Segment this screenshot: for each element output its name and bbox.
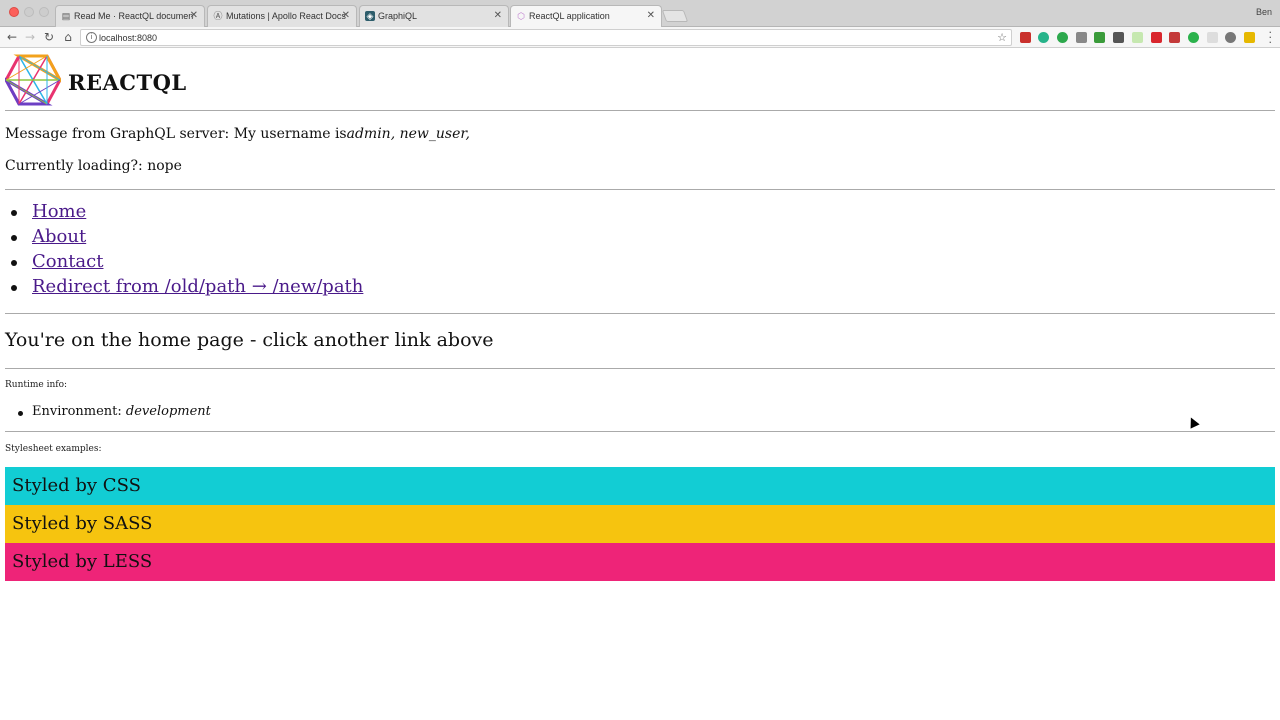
tab-label: ReactQL application (529, 11, 610, 21)
tab-readme[interactable]: ▤ Read Me · ReactQL documentation ✕ (55, 5, 205, 27)
extension-icon[interactable] (1132, 32, 1143, 43)
reactql-logo-icon (5, 54, 61, 106)
tab-mutations[interactable]: Ⓐ Mutations | Apollo React Docs ✕ (207, 5, 357, 27)
bullet (11, 260, 17, 266)
extension-icon[interactable] (1169, 32, 1180, 43)
extension-icon[interactable] (1225, 32, 1236, 43)
apollo-icon: Ⓐ (213, 11, 223, 21)
graphiql-icon: ◈ (365, 11, 375, 21)
forward-arrow-icon[interactable]: → (22, 29, 38, 45)
tab-label: Mutations | Apollo React Docs (226, 11, 346, 21)
extension-icon[interactable] (1151, 32, 1162, 43)
tab-label: Read Me · ReactQL documentation (74, 11, 194, 21)
extension-icon[interactable] (1076, 32, 1087, 43)
extension-icon[interactable] (1244, 32, 1255, 43)
loading-status: Currently loading?: nope (5, 158, 182, 174)
runtime-info-label: Runtime info: (5, 380, 68, 390)
profile-name[interactable]: Ben (1256, 7, 1272, 17)
url-text[interactable]: localhost:8080 (99, 33, 157, 43)
extension-icon[interactable] (1094, 32, 1105, 43)
bullet (11, 210, 17, 216)
maximize-window-button[interactable] (39, 7, 49, 17)
menu-dots-icon[interactable]: · · · (1269, 27, 1273, 48)
extension-icon[interactable] (1038, 32, 1049, 43)
graphql-message: Message from GraphQL server: My username… (5, 126, 470, 142)
home-page-message: You're on the home page - click another … (5, 329, 494, 351)
tab-label: GraphiQL (378, 11, 418, 21)
new-tab-button[interactable] (661, 10, 689, 22)
bullet (18, 411, 23, 416)
close-icon[interactable]: ✕ (342, 10, 350, 21)
reload-icon[interactable]: ↻ (41, 29, 57, 45)
bookmark-star-icon[interactable]: ☆ (997, 31, 1007, 44)
divider (5, 313, 1275, 314)
close-icon[interactable]: ✕ (647, 10, 655, 21)
nav-item-redirect: Redirect from /old/path → /new/path (5, 276, 363, 301)
redirect-link[interactable]: Redirect from /old/path → /new/path (32, 276, 363, 297)
back-arrow-icon[interactable]: ← (4, 29, 20, 45)
divider (5, 431, 1275, 432)
tab-reactql-application[interactable]: ⬡ ReactQL application ✕ (510, 5, 662, 28)
close-icon[interactable]: ✕ (190, 10, 198, 21)
browser-toolbar: ← → ↻ ⌂ i localhost:8080 ☆ · · · (0, 27, 1280, 48)
minimize-window-button[interactable] (24, 7, 34, 17)
divider (5, 368, 1275, 369)
environment-value: development (125, 404, 211, 419)
contact-link[interactable]: Contact (32, 251, 103, 272)
styled-by-less-box: Styled by LESS (5, 543, 1275, 581)
environment-label: Environment: (32, 404, 122, 419)
home-link[interactable]: Home (32, 201, 86, 222)
info-icon[interactable]: i (86, 32, 97, 43)
divider (5, 110, 1275, 111)
extension-icon[interactable] (1207, 32, 1218, 43)
home-icon[interactable]: ⌂ (60, 29, 76, 45)
book-icon: ▤ (61, 11, 71, 21)
divider (5, 189, 1275, 190)
stylesheet-examples-label: Stylesheet examples: (5, 444, 102, 454)
reactql-icon: ⬡ (517, 11, 525, 21)
about-link[interactable]: About (32, 226, 86, 247)
bullet (11, 285, 17, 291)
environment-item: Environment: development (5, 404, 211, 419)
browser-tab-bar: ▤ Read Me · ReactQL documentation ✕ Ⓐ Mu… (0, 0, 1280, 28)
brand-title: REACTQL (68, 70, 187, 95)
address-bar[interactable]: i localhost:8080 ☆ (80, 29, 1012, 46)
nav-item-contact: Contact (5, 251, 363, 276)
styled-by-sass-box: Styled by SASS (5, 505, 1275, 543)
extension-icon[interactable] (1057, 32, 1068, 43)
close-window-button[interactable] (9, 7, 19, 17)
message-prefix: Message from GraphQL server: My username… (5, 126, 347, 142)
nav-list: Home About Contact Redirect from /old/pa… (5, 201, 363, 301)
tab-graphiql[interactable]: ◈ GraphiQL ✕ (359, 5, 509, 27)
page-content: REACTQL Message from GraphQL server: My … (0, 49, 1280, 720)
close-icon[interactable]: ✕ (494, 10, 502, 21)
pocket-icon[interactable] (1113, 32, 1124, 43)
username-list: admin, new_user, (346, 126, 470, 142)
grammarly-icon[interactable] (1188, 32, 1199, 43)
bullet (11, 235, 17, 241)
nav-item-about: About (5, 226, 363, 251)
extension-icon[interactable] (1020, 32, 1031, 43)
styled-by-css-box: Styled by CSS (5, 467, 1275, 505)
nav-item-home: Home (5, 201, 363, 226)
